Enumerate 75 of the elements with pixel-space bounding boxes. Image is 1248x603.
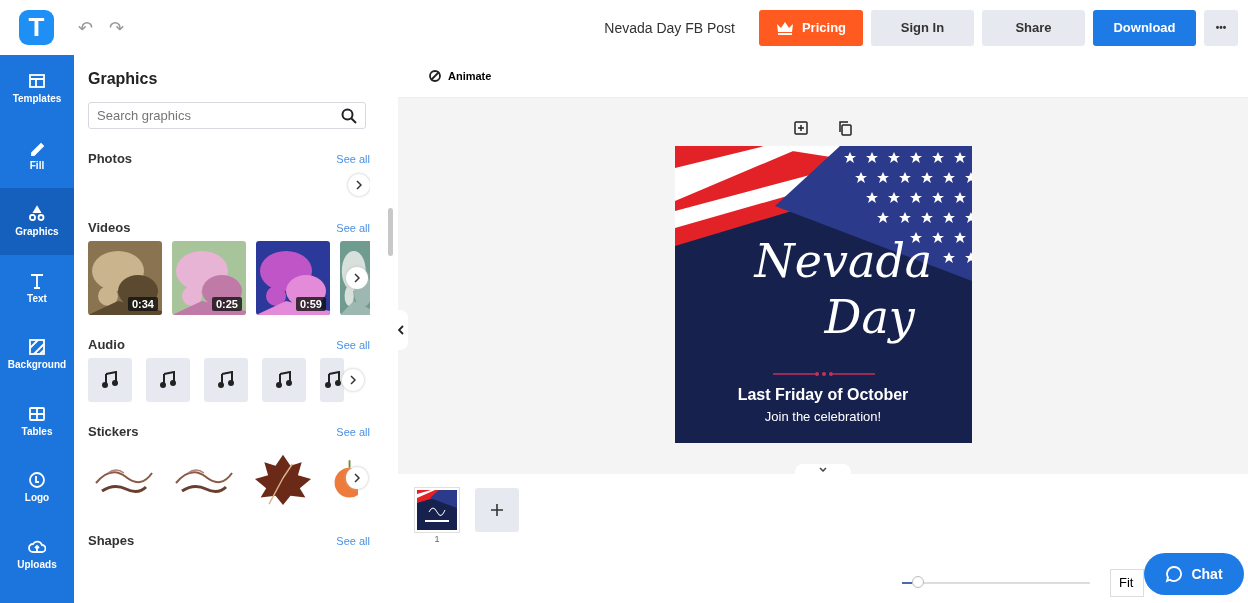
chat-bubble-icon [1165, 565, 1184, 583]
next-arrow-button[interactable] [348, 174, 370, 196]
audio-tile[interactable] [262, 358, 306, 402]
see-all-link[interactable]: See all [336, 152, 370, 165]
music-note-icon [159, 371, 177, 389]
see-all-link[interactable]: See all [336, 534, 370, 547]
video-duration: 0:59 [295, 297, 326, 311]
music-note-icon [324, 371, 342, 389]
plus-icon [490, 503, 504, 517]
graphics-icon [28, 205, 46, 224]
search-field[interactable]: Search graphics [88, 102, 366, 129]
sidebar-item[interactable]: Graphics [0, 188, 74, 255]
more-button[interactable]: ••• [1204, 9, 1238, 46]
music-note-icon [217, 371, 235, 389]
music-note-icon [275, 371, 293, 389]
animate-icon [428, 69, 442, 83]
chevron-right-icon [350, 375, 356, 385]
tables-icon [28, 404, 46, 423]
section-title: Photos [88, 151, 133, 166]
see-all-link[interactable]: See all [336, 425, 370, 438]
audio-tile[interactable] [320, 358, 344, 402]
templates-icon [28, 72, 46, 91]
design-headline: Last Friday of October [736, 386, 910, 404]
see-all-link[interactable]: See all [336, 221, 370, 234]
page-number: 1 [434, 534, 440, 544]
animate-button[interactable]: Animate [422, 68, 498, 84]
audio-tile[interactable] [146, 358, 190, 402]
chevron-right-icon [356, 180, 362, 190]
script-title: Nevada [754, 238, 933, 284]
chevron-right-icon [354, 273, 360, 283]
section-title: Shapes [88, 533, 135, 548]
sidebar-item[interactable]: Fill [0, 121, 74, 188]
page-thumbnail[interactable] [415, 488, 459, 532]
header-button[interactable]: Sign In [871, 9, 974, 46]
chat-button[interactable]: Chat [1144, 553, 1244, 595]
design-subline: Join the celebration! [763, 409, 883, 424]
panel-title: Graphics [88, 70, 159, 88]
scrollbar[interactable] [388, 208, 393, 256]
add-page-icon[interactable] [793, 120, 809, 136]
pricing-button[interactable]: Pricing [759, 9, 863, 46]
text-icon [28, 271, 46, 290]
document-title[interactable]: Nevada Day FB Post [604, 19, 735, 36]
background-icon [28, 338, 46, 357]
section-title: Audio [88, 337, 125, 352]
duplicate-icon[interactable] [837, 120, 853, 136]
chevron-right-icon [354, 473, 360, 483]
sidebar-item[interactable]: Templates [0, 55, 74, 122]
see-all-link[interactable]: See all [336, 338, 370, 351]
sidebar-item[interactable]: Background [0, 321, 74, 388]
crown-icon [775, 20, 794, 35]
header-button[interactable]: Share [982, 9, 1085, 46]
add-page-button[interactable] [475, 488, 519, 532]
sidebar-item[interactable]: Text [0, 254, 74, 321]
logo-icon [28, 471, 46, 490]
chevron-down-icon [819, 466, 827, 472]
section-title: Videos [88, 220, 131, 235]
next-arrow-button[interactable] [346, 467, 368, 489]
section-title: Stickers [88, 424, 139, 439]
music-note-icon [101, 371, 119, 389]
video-duration: 0:25 [211, 297, 242, 311]
video-duration: 0:34 [127, 297, 158, 311]
expand-button[interactable] [795, 464, 851, 474]
audio-tile[interactable] [88, 358, 132, 402]
download-button[interactable]: Download [1093, 9, 1196, 46]
chevron-left-icon [398, 325, 404, 335]
audio-tile[interactable] [204, 358, 248, 402]
app-logo[interactable]: T [19, 10, 54, 45]
fit-button[interactable]: Fit [1110, 568, 1144, 597]
undo-button[interactable]: ↶ [74, 14, 97, 41]
sidebar-item[interactable]: Logo [0, 454, 74, 521]
sidebar-item[interactable]: Tables [0, 387, 74, 454]
redo-button[interactable]: ↷ [105, 14, 128, 41]
search-icon[interactable] [341, 108, 357, 124]
sidebar-item[interactable]: Uploads [0, 520, 74, 587]
design-canvas[interactable]: Nevada Day Last Friday of October Join the celebration! [674, 146, 972, 443]
